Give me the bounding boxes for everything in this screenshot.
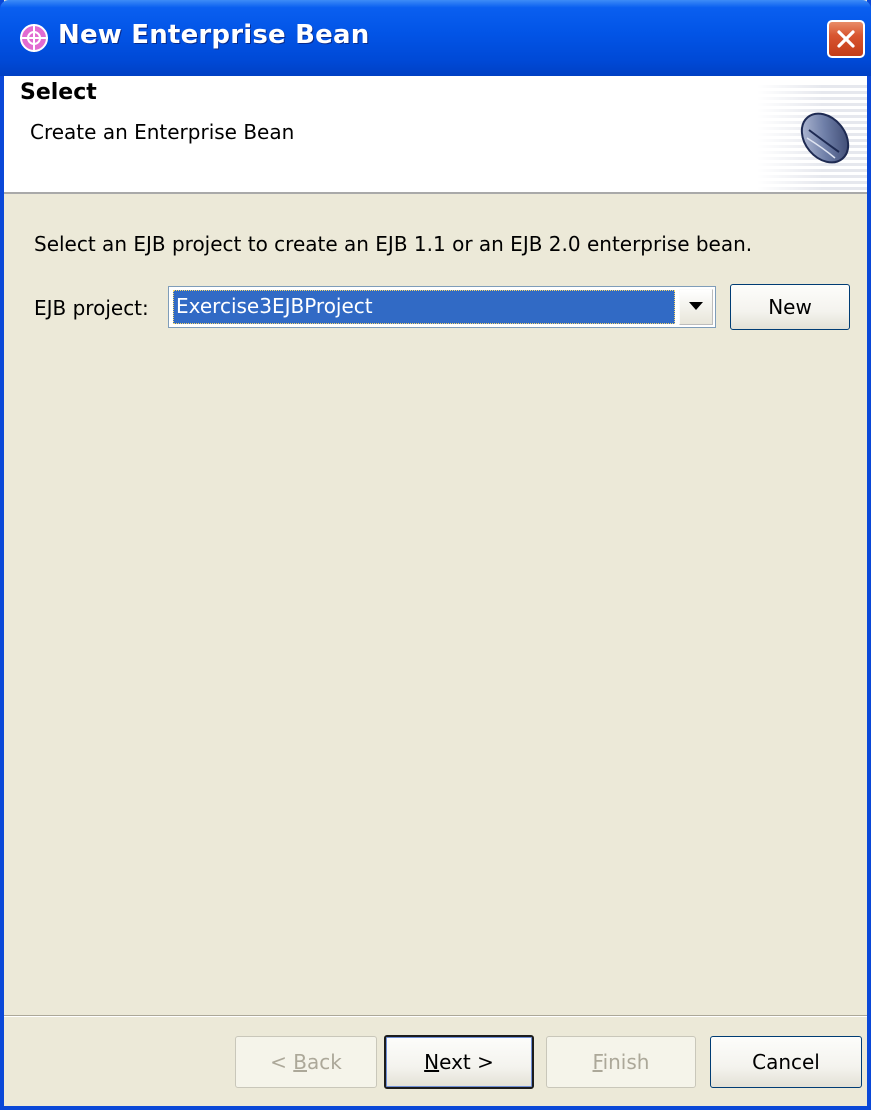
back-button-label: ack	[307, 1050, 342, 1074]
next-button[interactable]: Next >	[384, 1035, 534, 1089]
enterprise-bean-icon	[800, 112, 850, 164]
dropdown-arrow-button[interactable]	[679, 289, 713, 325]
next-button-mnemonic: N	[424, 1050, 440, 1074]
chevron-down-icon	[689, 302, 703, 310]
window-title: New Enterprise Bean	[58, 20, 370, 50]
button-bar-separator	[4, 1015, 867, 1017]
next-button-label: ext >	[439, 1050, 494, 1074]
back-button-prefix: <	[270, 1050, 294, 1074]
finish-button-mnemonic: F	[592, 1050, 603, 1074]
finish-button-label: inish	[602, 1050, 650, 1074]
cancel-button[interactable]: Cancel	[710, 1036, 862, 1088]
wizard-header: Select Create an Enterprise Bean	[4, 76, 867, 194]
new-enterprise-bean-dialog: New Enterprise Bean Select Create an Ent…	[0, 0, 871, 1110]
ejb-project-label: EJB project:	[34, 296, 149, 320]
page-description: Create an Enterprise Bean	[30, 120, 295, 144]
title-bar[interactable]: New Enterprise Bean	[0, 0, 871, 76]
ejb-project-selected-value[interactable]: Exercise3EJBProject	[173, 290, 675, 324]
back-button[interactable]: < Back	[235, 1036, 377, 1088]
new-project-button[interactable]: New	[730, 284, 850, 330]
page-title: Select	[20, 80, 97, 105]
close-icon	[837, 30, 855, 48]
finish-button[interactable]: Finish	[546, 1036, 696, 1088]
close-button[interactable]	[827, 20, 865, 58]
ejb-project-dropdown[interactable]: Exercise3EJBProject	[168, 286, 716, 328]
back-button-mnemonic: B	[293, 1050, 307, 1074]
wizard-crosshair-icon	[20, 24, 48, 52]
instruction-text: Select an EJB project to create an EJB 1…	[34, 232, 753, 256]
